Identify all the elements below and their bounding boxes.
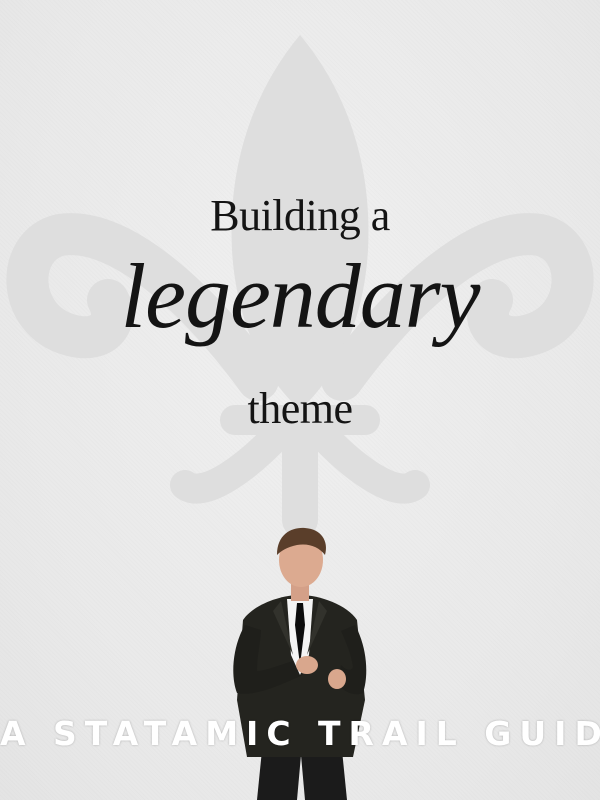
subtitle: A STATAMIC TRAIL GUIDE (0, 714, 600, 753)
title-line-legendary: legendary (120, 245, 481, 347)
man-in-black-suit-photo (233, 527, 367, 800)
book-cover: Building a legendary theme A STATAMIC TR… (0, 0, 600, 800)
title-line-building: Building a (210, 191, 390, 240)
title-line-theme: theme (247, 384, 353, 433)
